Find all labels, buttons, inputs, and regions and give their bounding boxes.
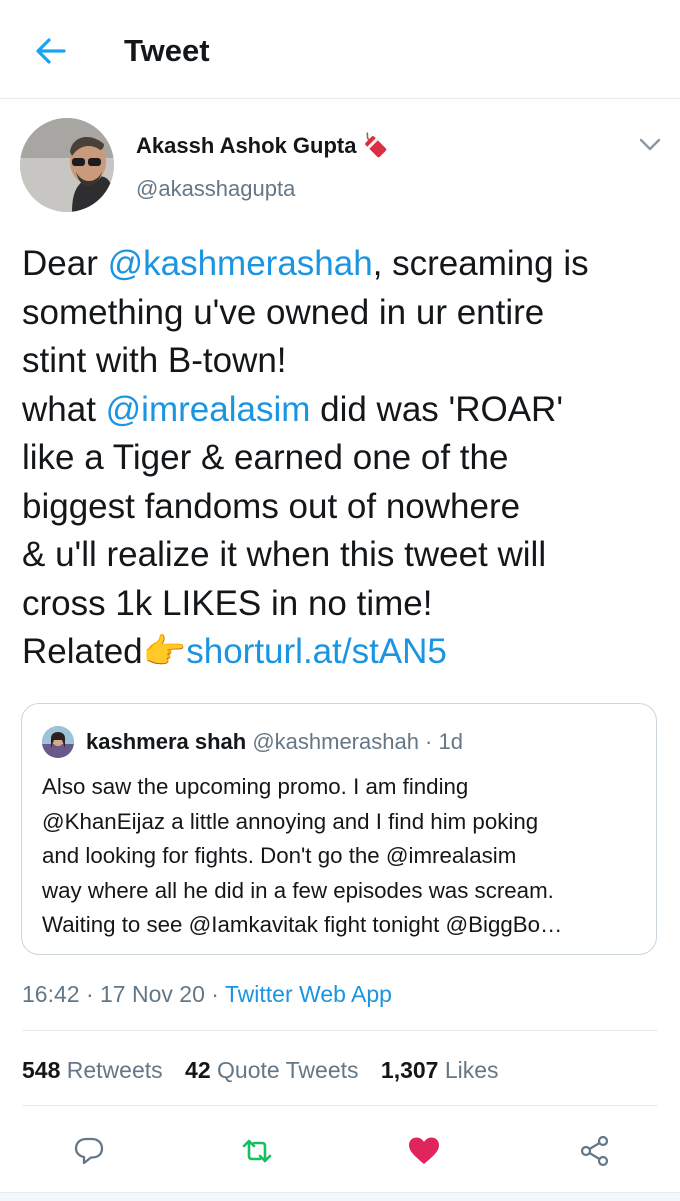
quoted-line: and looking for fights. Don't go the @im…	[42, 843, 517, 868]
tweet-text-segment: what	[22, 389, 106, 429]
tweet-line: stint with B-town!	[22, 341, 287, 380]
author-name[interactable]: Akassh Ashok Gupta	[136, 131, 390, 161]
tweet-date: 17 Nov 20	[100, 981, 205, 1007]
quoted-tweet[interactable]: kashmera shah @kashmerashah · 1d Also sa…	[21, 703, 657, 955]
divider	[22, 1105, 658, 1106]
tweet-line: Related👉shorturl.at/stAN5	[22, 628, 662, 677]
arrow-left-icon	[36, 38, 66, 64]
avatar[interactable]	[20, 118, 114, 212]
back-button[interactable]	[26, 30, 76, 72]
url-link[interactable]: shorturl.at/stAN5	[186, 632, 447, 671]
retweets-count: 548	[22, 1057, 61, 1083]
quoted-header: kashmera shah @kashmerashah · 1d	[86, 726, 463, 758]
firecracker-icon	[365, 132, 387, 158]
heart-icon	[409, 1137, 439, 1164]
separator: ·	[79, 981, 101, 1007]
tweet-line: something u've owned in ur entire	[22, 292, 545, 332]
top-bar	[0, 0, 680, 99]
author-name-text: Akassh Ashok Gupta	[136, 133, 357, 158]
tweet-text-segment: Related	[22, 632, 143, 671]
quoted-author-name: kashmera shah	[86, 729, 247, 754]
mention-link[interactable]: @imrealasim	[106, 390, 311, 429]
chevron-down-icon	[639, 138, 661, 151]
separator: ·	[204, 981, 225, 1007]
client-link[interactable]: Twitter Web App	[225, 981, 392, 1007]
retweet-icon	[242, 1139, 272, 1163]
tweet-line: biggest fandoms out of nowhere	[22, 486, 521, 526]
quote-tweets-count: 42	[185, 1057, 211, 1083]
likes-count: 1,307	[380, 1057, 439, 1083]
likes-stat[interactable]: 1,307 Likes	[381, 1057, 499, 1083]
quote-tweets-label: Quote Tweets	[210, 1057, 359, 1083]
quoted-handle-time: @kashmerashah · 1d	[246, 729, 463, 754]
retweets-stat[interactable]: 548 Retweets	[22, 1057, 163, 1083]
reply-button[interactable]	[66, 1128, 112, 1174]
page-title: Tweet	[124, 33, 210, 68]
quoted-profile-photo	[42, 726, 74, 758]
quoted-avatar[interactable]	[42, 726, 74, 758]
quoted-line: way where all he did in a few episodes w…	[42, 877, 554, 903]
tweet-time: 16:42	[22, 981, 80, 1007]
tweet-line: like a Tiger & earned one of the	[22, 438, 509, 477]
tweet-text: Dear @kashmerashah, screaming is somethi…	[22, 240, 662, 677]
quoted-line: @KhanEijaz a little annoying and I find …	[42, 808, 539, 834]
tweet-line: what @imrealasim did was 'ROAR'	[22, 386, 662, 435]
tweet-text-segment: did was 'ROAR'	[310, 389, 563, 429]
likes-label: Likes	[438, 1057, 499, 1083]
reply-icon	[74, 1137, 104, 1165]
tweet-text-segment: , screaming is	[372, 244, 589, 283]
tweet-line: Dear @kashmerashah, screaming is	[22, 240, 662, 289]
share-icon	[580, 1135, 609, 1167]
quoted-line: Also saw the upcoming promo. I am findin…	[42, 774, 469, 799]
tweet-line: & u'll realize it when this tweet will	[22, 535, 547, 574]
retweet-button[interactable]	[234, 1128, 280, 1174]
author-handle[interactable]: @akasshagupta	[136, 174, 295, 204]
quoted-text: Also saw the upcoming promo. I am findin…	[42, 770, 642, 943]
quoted-line: Waiting to see @Iamkavitak fight tonight…	[42, 912, 563, 937]
quote-tweets-stat[interactable]: 42 Quote Tweets	[185, 1057, 358, 1083]
tweet-meta: 16:42 · 17 Nov 20 · Twitter Web App	[22, 978, 392, 1010]
tweet-line: cross 1k LIKES in no time!	[22, 583, 433, 623]
divider	[22, 1030, 658, 1031]
share-button[interactable]	[572, 1128, 618, 1174]
tweet-text-segment: Dear	[22, 244, 108, 283]
pointing-hand-emoji-icon: 👉	[142, 632, 187, 671]
engagement-stats: 548 Retweets 42 Quote Tweets 1,307 Likes	[22, 1054, 515, 1086]
mention-link[interactable]: @kashmerashah	[108, 244, 373, 283]
like-button[interactable]	[401, 1128, 447, 1174]
retweets-label: Retweets	[60, 1057, 163, 1083]
more-options-button[interactable]	[632, 130, 668, 160]
profile-photo	[20, 118, 114, 212]
